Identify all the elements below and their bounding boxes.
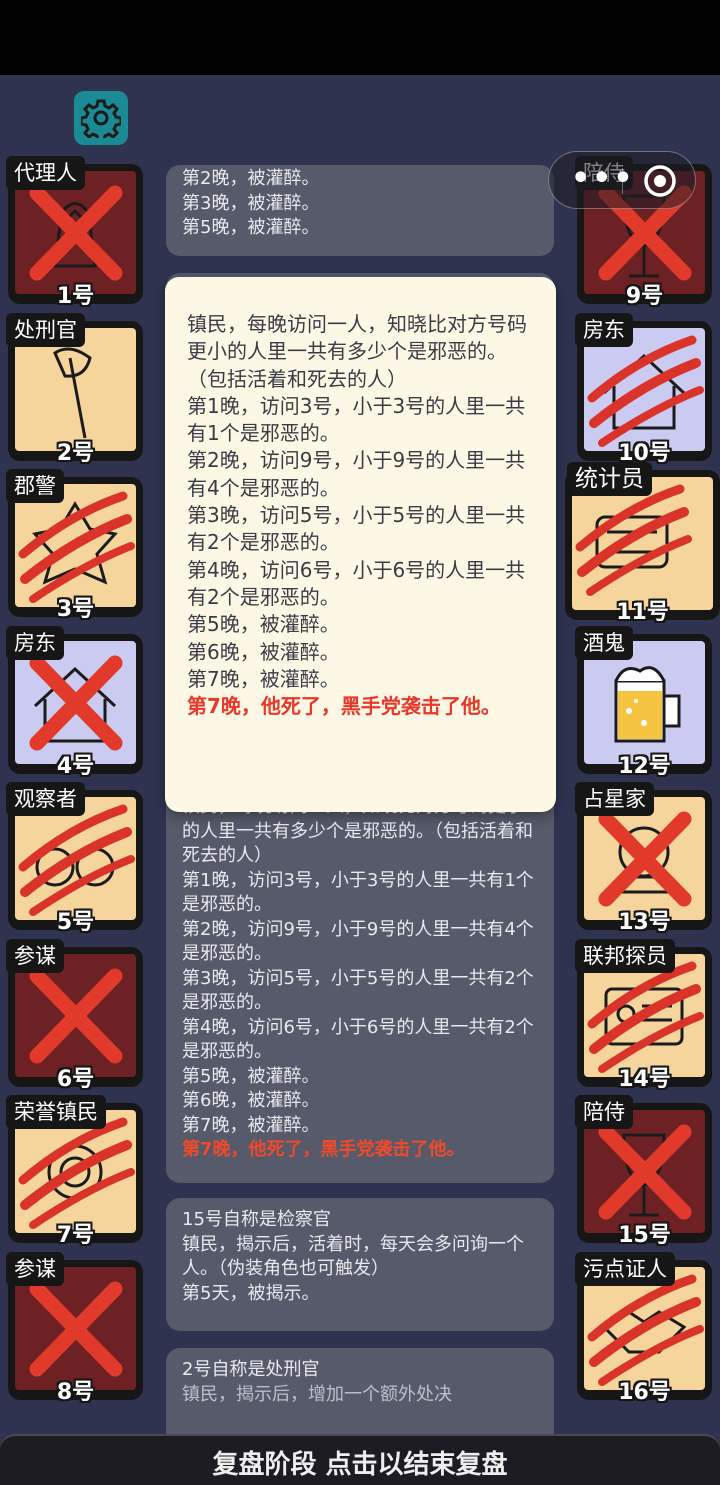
seat-number: 8号	[56, 1379, 95, 1405]
log-line: 第7晚，被灌醉。	[182, 1114, 320, 1136]
player-card[interactable]: 处刑官 2号	[6, 312, 143, 466]
player-card[interactable]: 代理人 1号	[6, 156, 143, 309]
player-card[interactable]: 参谋 8号	[6, 1251, 143, 1405]
seat-number: 3号	[56, 597, 95, 622]
seat-number: 2号	[56, 440, 95, 466]
player-card[interactable]: 观察者 5号	[6, 782, 143, 935]
log-line: 第1晚，访问3号，小于3号的人里一共有1个是邪恶的。	[182, 869, 534, 916]
role-name-tag: 占星家	[575, 782, 654, 816]
gear-icon	[81, 99, 121, 138]
popup-line: 第4晚，访问6号，小于6号的人里一共有2个是邪恶的。	[187, 557, 526, 609]
end-review-label: 复盘阶段 点击以结束复盘	[212, 1450, 508, 1480]
role-detail-popup[interactable]: 镇民，每晚访问一人，知晓比对方号码更小的人里一共有多少个是邪恶的。（包括活着和死…	[165, 277, 556, 812]
role-name-tag: 房东	[575, 312, 633, 347]
capsule-divider	[622, 168, 623, 194]
log-line: 第5晚，被灌醉。	[182, 1065, 320, 1087]
mini-program-capsule: •••	[548, 151, 696, 209]
log-line: 镇民，揭示后，增加一个额外处决	[182, 1383, 452, 1405]
seat-number: 5号	[56, 910, 95, 935]
log-line: 第4晚，访问6号，小于6号的人里一共有2个是邪恶的。	[182, 1016, 534, 1063]
player-card[interactable]: 房东 10号	[575, 312, 712, 466]
role-name-tag: 联邦探员	[575, 938, 675, 973]
popup-line: 第2晚，访问9号，小于9号的人里一共有4个是邪恶的。	[187, 448, 526, 500]
player-card[interactable]: 参谋 6号	[6, 938, 143, 1092]
player-card[interactable]: 荣誉镇民 7号	[6, 1095, 143, 1248]
end-review-button[interactable]: 复盘阶段 点击以结束复盘	[0, 1434, 720, 1485]
player-card[interactable]: 陪侍 15号	[575, 1095, 712, 1248]
player-card[interactable]: 郡警 3号	[6, 469, 143, 622]
role-name-tag: 统计员	[567, 462, 652, 496]
log-line: 15号自称是检察官	[182, 1209, 331, 1230]
more-dots-icon[interactable]: •••	[571, 161, 635, 196]
seat-number: 6号	[56, 1066, 95, 1092]
popup-line: 第1晚，访问3号，小于3号的人里一共有1个是邪恶的。	[187, 393, 526, 446]
seat-number: 12号	[618, 753, 671, 779]
player-card[interactable]: 统计员 11号	[565, 462, 720, 625]
settings-button[interactable]	[74, 91, 128, 145]
log-line: 第5天，被揭示。	[182, 1282, 320, 1304]
player-card[interactable]: 联邦探员 14号	[575, 938, 712, 1092]
role-name-tag: 参谋	[6, 1251, 64, 1286]
game-screen: ••• 第2晚，被灌醉。 第3晚，被灌醉。 第5晚，被灌醉。 镇民，每晚访问一人…	[0, 75, 720, 1485]
target-close-icon[interactable]	[643, 164, 677, 198]
role-name-tag: 处刑官	[6, 312, 85, 347]
role-name-tag: 荣誉镇民	[6, 1095, 106, 1129]
role-name-tag: 污点证人	[575, 1251, 675, 1286]
role-name-tag: 郡警	[6, 469, 64, 503]
seat-number: 9号	[625, 284, 664, 309]
seat-number: 11号	[616, 600, 669, 625]
log-line: 第3晚，访问5号，小于5号的人里一共有2个是邪恶的。	[182, 967, 534, 1014]
seat-number: 1号	[56, 284, 95, 309]
role-name-tag: 房东	[6, 625, 64, 660]
seat-number: 16号	[618, 1379, 671, 1405]
log-line: 第6晚，被灌醉。	[182, 1090, 320, 1111]
popup-line: 第5晚，被灌醉。	[187, 612, 340, 637]
log-line: 第2晚，被灌醉。	[182, 168, 320, 189]
player-card[interactable]: 占星家 13号	[575, 782, 712, 935]
seat-number: 13号	[618, 910, 671, 935]
popup-line: 第6晚，被灌醉。	[187, 639, 340, 664]
player-card[interactable]: 房东 4号	[6, 625, 143, 779]
log-death-line: 第7晚，他死了，黑手党袭击了他。	[182, 1139, 465, 1160]
role-portrait	[572, 477, 713, 610]
role-name-tag: 观察者	[6, 782, 85, 816]
popup-death-line: 第7晚，他死了，黑手党袭击了他。	[187, 694, 501, 719]
log-line: 第5晚，被灌醉。	[182, 217, 320, 238]
log-line: 2号自称是处刑官	[182, 1359, 320, 1380]
role-name-tag: 代理人	[6, 156, 85, 190]
log-line: 第3晚，被灌醉。	[182, 192, 320, 214]
seat-number: 14号	[618, 1066, 671, 1092]
log-line: 镇民，揭示后，活着时，每天会多问询一个人。（伪装角色也可触发）	[182, 1233, 524, 1280]
seat-number: 4号	[56, 753, 95, 779]
seat-number: 15号	[618, 1223, 671, 1248]
log-entry-15: 15号自称是检察官 镇民，揭示后，活着时，每天会多问询一个人。（伪装角色也可触发…	[166, 1198, 554, 1331]
role-name-tag: 陪侍	[575, 1095, 633, 1129]
popup-line: 第3晚，访问5号，小于5号的人里一共有2个是邪恶的。	[187, 503, 526, 555]
player-card[interactable]: 酒鬼 12号	[575, 625, 712, 779]
popup-line: 镇民，每晚访问一人，知晓比对方号码更小的人里一共有多少个是邪恶的。（包括活着和死…	[187, 312, 527, 391]
log-entry-top: 第2晚，被灌醉。 第3晚，被灌醉。 第5晚，被灌醉。	[166, 165, 554, 256]
player-card[interactable]: 污点证人 16号	[575, 1251, 712, 1405]
role-name-tag: 参谋	[6, 938, 64, 973]
popup-line: 第7晚，被灌醉。	[187, 666, 340, 691]
role-name-tag: 酒鬼	[575, 625, 633, 660]
seat-number: 7号	[56, 1223, 95, 1248]
log-line: 第2晚，访问9号，小于9号的人里一共有4个是邪恶的。	[182, 918, 534, 965]
